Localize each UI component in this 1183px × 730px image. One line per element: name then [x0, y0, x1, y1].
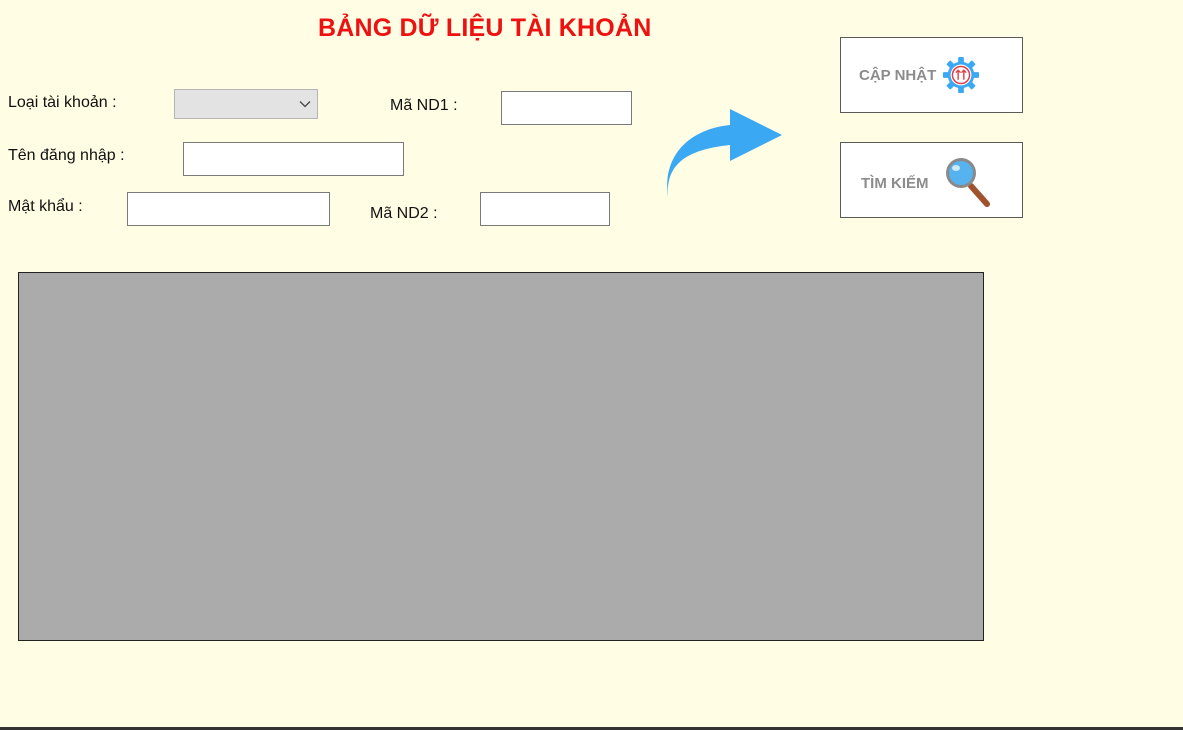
account-type-select[interactable]: [174, 89, 318, 119]
account-type-label: Loại tài khoản :: [8, 94, 117, 111]
update-button-label: CẬP NHẬT: [859, 66, 937, 84]
gear-update-icon: [943, 56, 980, 94]
username-label: Tên đăng nhập :: [8, 147, 125, 164]
user-id1-field[interactable]: [501, 91, 632, 125]
magnifier-icon: [945, 158, 990, 207]
search-button-label: TÌM KIẾM: [861, 174, 929, 192]
curved-arrow-right-icon: [667, 109, 782, 197]
password-field[interactable]: [127, 192, 330, 226]
user-id2-field[interactable]: [480, 192, 610, 226]
data-grid[interactable]: [18, 272, 984, 641]
update-button[interactable]: CẬP NHẬT: [840, 37, 1023, 113]
password-label: Mật khẩu :: [8, 198, 83, 215]
chevron-down-icon: [293, 90, 317, 118]
username-field[interactable]: [183, 142, 404, 176]
user-id1-label: Mã ND1 :: [390, 97, 458, 114]
user-id2-label: Mã ND2 :: [370, 205, 438, 222]
search-button[interactable]: TÌM KIẾM: [840, 142, 1023, 218]
form-title: BẢNG DỮ LIỆU TÀI KHOẢN: [318, 14, 652, 42]
